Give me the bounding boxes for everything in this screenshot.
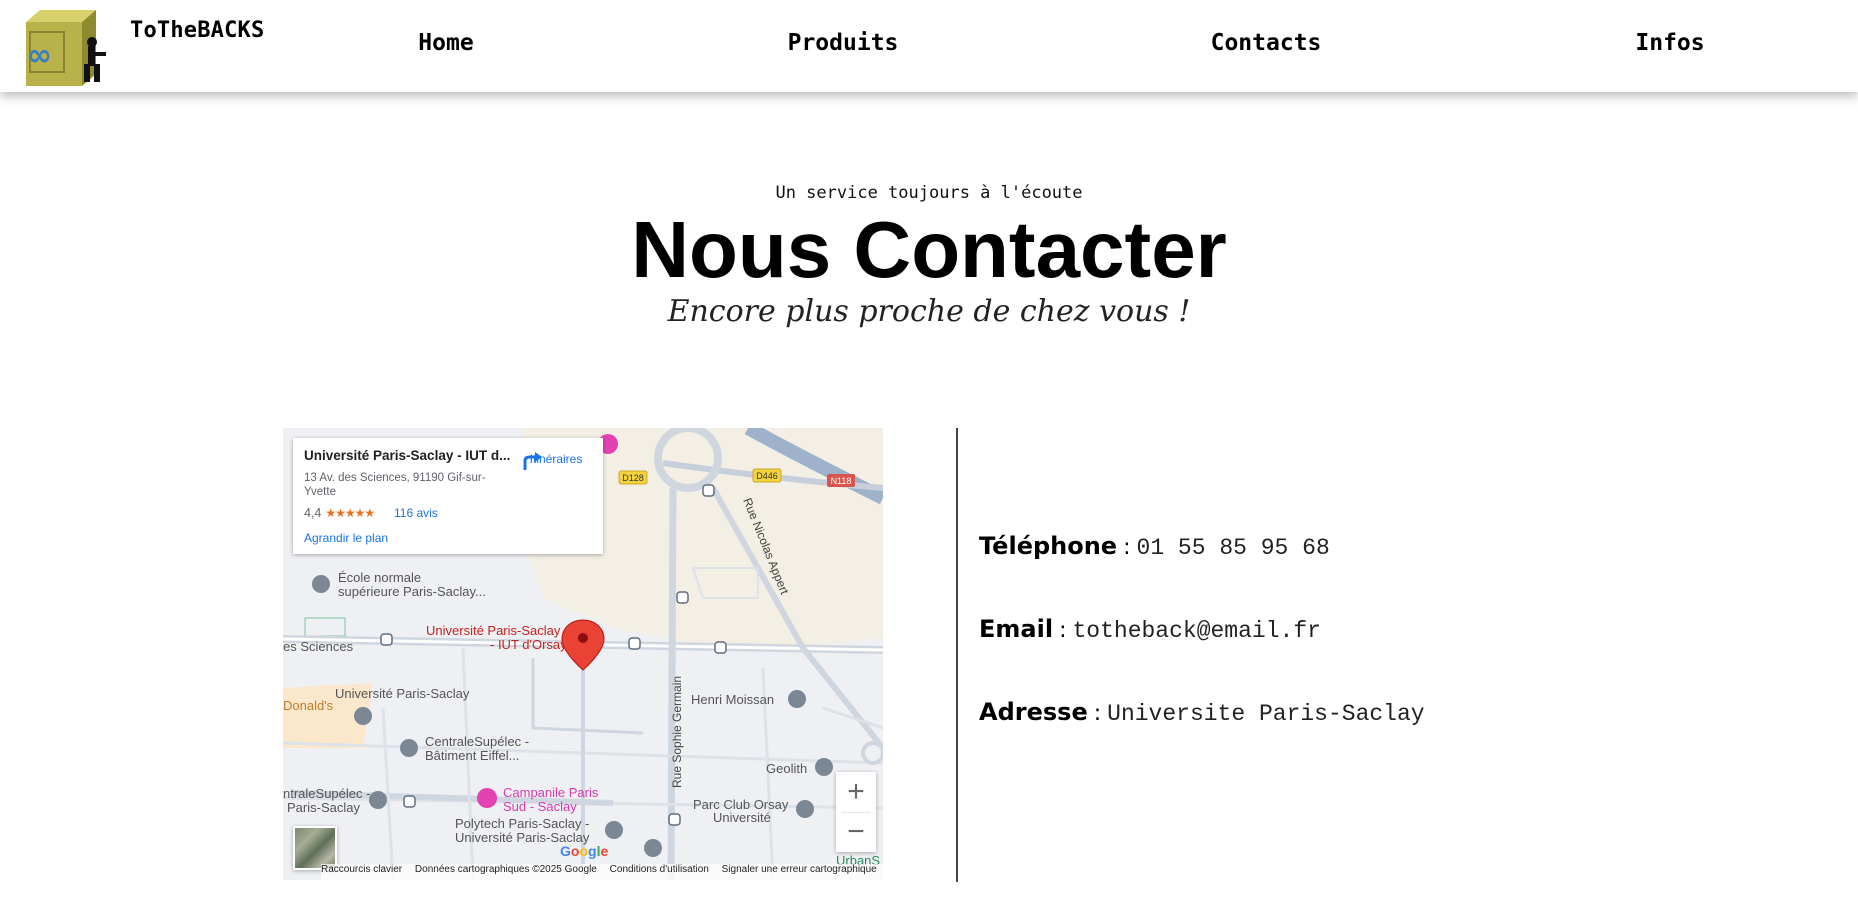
- brand-name: ToTheBACKS: [130, 18, 265, 43]
- page-title: Nous Contacter: [631, 205, 1227, 294]
- terms-link[interactable]: Conditions d'utilisation: [610, 864, 709, 875]
- hero-kicker: Un service toujours à l'écoute: [775, 183, 1083, 203]
- vertical-divider: [956, 428, 958, 882]
- zoom-out-button[interactable]: −: [836, 812, 876, 852]
- iut-label-2: - IUT d'Orsay: [490, 637, 567, 652]
- road-n118-label: N118: [831, 476, 852, 486]
- google-logo: Google: [560, 843, 609, 859]
- centrale2-label-1: ntraleSupélec -: [283, 786, 370, 801]
- sciences-label: es Sciences: [283, 639, 354, 654]
- hero-subtitle: Encore plus proche de chez vous !: [667, 294, 1191, 329]
- phone-separator: :: [1123, 535, 1131, 560]
- ecole-label-2: supérieure Paris-Saclay...: [338, 584, 486, 599]
- nav-contacts[interactable]: Contacts: [1211, 30, 1322, 56]
- rating-value: 4,4: [304, 506, 322, 520]
- nav-home[interactable]: Home: [418, 30, 473, 56]
- place-rating: 4,4 ★★★★★: [304, 506, 378, 520]
- box-mascot-logo-icon[interactable]: ∞: [24, 8, 110, 86]
- phone-value: 01 55 85 95 68: [1136, 535, 1330, 561]
- nav-infos[interactable]: Infos: [1635, 30, 1704, 56]
- address-separator: :: [1093, 701, 1102, 726]
- directions-button[interactable]: Itinéraires: [521, 450, 591, 470]
- ecole-label-1: École normale: [338, 570, 421, 585]
- top-navigation-bar: ∞ ToTheBACKS Home Produits Contacts Info…: [0, 0, 1858, 92]
- geolith-label: Geolith: [766, 761, 807, 776]
- nav-produits[interactable]: Produits: [788, 30, 899, 56]
- zoom-in-button[interactable]: +: [836, 772, 876, 812]
- svg-text:∞: ∞: [27, 38, 52, 73]
- address-label: Adresse: [979, 698, 1088, 726]
- iut-label-1: Université Paris-Saclay: [426, 623, 561, 638]
- email-label: Email: [979, 615, 1054, 643]
- polytech-label-1: Polytech Paris-Saclay -: [455, 816, 589, 831]
- map-attribution: Raccourcis clavier Données cartographiqu…: [321, 864, 883, 880]
- report-error-link[interactable]: Signaler une erreur cartographique: [722, 864, 877, 875]
- rue-sophie-germain-label: Rue Sophie Germain: [670, 676, 684, 788]
- centrale-label-2: Bâtiment Eiffel...: [425, 748, 519, 763]
- reviews-link[interactable]: 116 avis: [394, 506, 438, 520]
- phone-label: Téléphone: [979, 532, 1118, 560]
- road-d128-label: D128: [622, 473, 644, 483]
- campanile-label-1: Campanile Paris: [503, 785, 599, 800]
- place-address: 13 Av. des Sciences, 91190 Gif-sur-Yvett…: [304, 472, 486, 498]
- contact-phone-row: Téléphone:01 55 85 95 68: [979, 532, 1330, 561]
- road-d446-label: D446: [756, 471, 778, 481]
- embedded-map[interactable]: D128 D446 N118 Rue Nicolas Appert Rue So…: [283, 428, 883, 880]
- keyboard-shortcuts-link[interactable]: Raccourcis clavier: [321, 864, 402, 875]
- email-separator: :: [1059, 618, 1067, 643]
- contact-address-row: Adresse: Universite Paris-Saclay: [979, 698, 1425, 727]
- centrale2-label-2: Paris-Saclay: [287, 800, 360, 815]
- universite-label: Université Paris-Saclay: [335, 686, 470, 701]
- donalds-label: Donald's: [283, 698, 334, 713]
- email-value[interactable]: totheback@email.fr: [1072, 618, 1320, 644]
- campanile-label-2: Sud - Saclay: [503, 799, 577, 814]
- directions-icon: [523, 452, 542, 470]
- map-data-credit: Données cartographiques ©2025 Google: [414, 864, 597, 875]
- centrale-label-1: CentraleSupélec -: [425, 734, 529, 749]
- henri-moissan-label: Henri Moissan: [691, 692, 774, 707]
- place-info-card: Université Paris-Saclay - IUT d... 13 Av…: [293, 438, 603, 554]
- contact-email-row: Email: totheback@email.fr: [979, 615, 1321, 644]
- zoom-controls: + −: [836, 772, 876, 852]
- star-rating-icon: ★★★★★: [325, 506, 375, 520]
- enlarge-map-link[interactable]: Agrandir le plan: [304, 531, 388, 545]
- address-value: Universite Paris-Saclay: [1107, 701, 1425, 727]
- place-name: Université Paris-Saclay - IUT d...: [304, 448, 511, 463]
- parc-club-label-2: Université: [713, 810, 771, 825]
